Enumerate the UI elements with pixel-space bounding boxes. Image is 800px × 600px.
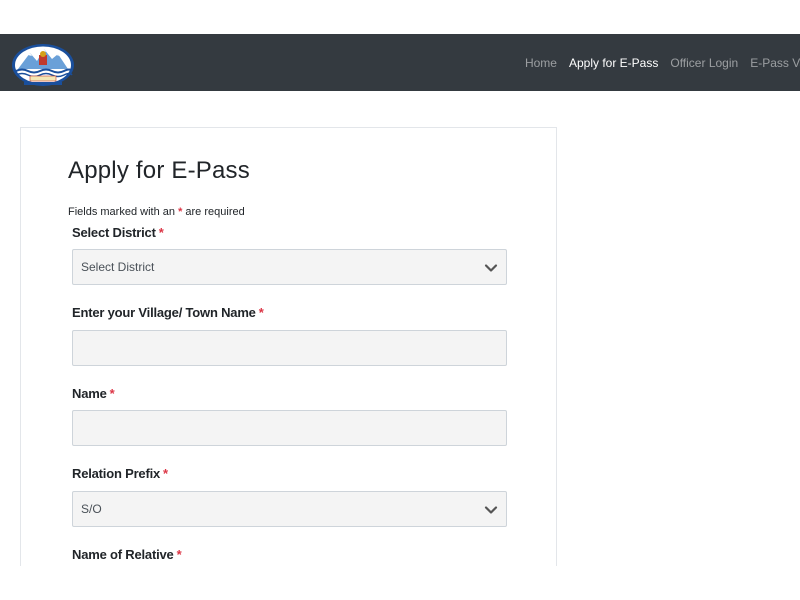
nav-link-epass-validity[interactable]: E-Pass Validit <box>744 56 800 70</box>
chevron-down-icon <box>484 264 498 272</box>
required-star: * <box>258 305 264 320</box>
relation-prefix-label-text: Relation Prefix <box>72 466 161 481</box>
required-star: * <box>158 225 164 240</box>
name-label: Name * <box>72 386 115 401</box>
relation-prefix-select-value: S/O <box>81 502 102 516</box>
page-title: Apply for E-Pass <box>68 157 250 184</box>
name-label-text: Name <box>72 386 107 401</box>
nav-link-home[interactable]: Home <box>519 56 563 70</box>
relative-name-label-text: Name of Relative <box>72 547 174 562</box>
relation-prefix-label: Relation Prefix * <box>72 466 168 481</box>
district-select[interactable]: Select District <box>72 249 507 285</box>
district-label: Select District * <box>72 225 164 240</box>
required-star: * <box>176 547 182 562</box>
required-fields-note: Fields marked with an * are required <box>68 206 245 218</box>
epass-form-card: Apply for E-Pass Fields marked with an *… <box>20 127 557 587</box>
browser-viewport: Home Apply for E-Pass Officer Login E-Pa… <box>0 0 800 600</box>
required-note-suffix: are required <box>185 206 245 218</box>
district-select-value: Select District <box>81 260 155 274</box>
nav-link-officer-login[interactable]: Officer Login <box>664 56 744 70</box>
village-label-text: Enter your Village/ Town Name <box>72 305 256 320</box>
top-spacer <box>0 0 800 34</box>
chevron-down-icon <box>484 506 498 514</box>
required-star: * <box>109 386 115 401</box>
required-star: * <box>178 206 183 218</box>
required-note-prefix: Fields marked with an <box>68 206 175 218</box>
relative-name-label: Name of Relative * <box>72 547 182 562</box>
jk-emblem-logo-icon[interactable] <box>10 39 76 87</box>
bottom-spacer <box>0 566 800 600</box>
village-label: Enter your Village/ Town Name * <box>72 305 264 320</box>
top-navbar: Home Apply for E-Pass Officer Login E-Pa… <box>0 34 800 91</box>
name-input[interactable] <box>72 410 507 446</box>
district-label-text: Select District <box>72 225 156 240</box>
village-town-input[interactable] <box>72 330 507 366</box>
required-star: * <box>163 466 168 481</box>
nav-links: Home Apply for E-Pass Officer Login E-Pa… <box>519 34 800 91</box>
nav-link-apply-epass[interactable]: Apply for E-Pass <box>563 56 664 70</box>
relation-prefix-select[interactable]: S/O <box>72 491 507 527</box>
